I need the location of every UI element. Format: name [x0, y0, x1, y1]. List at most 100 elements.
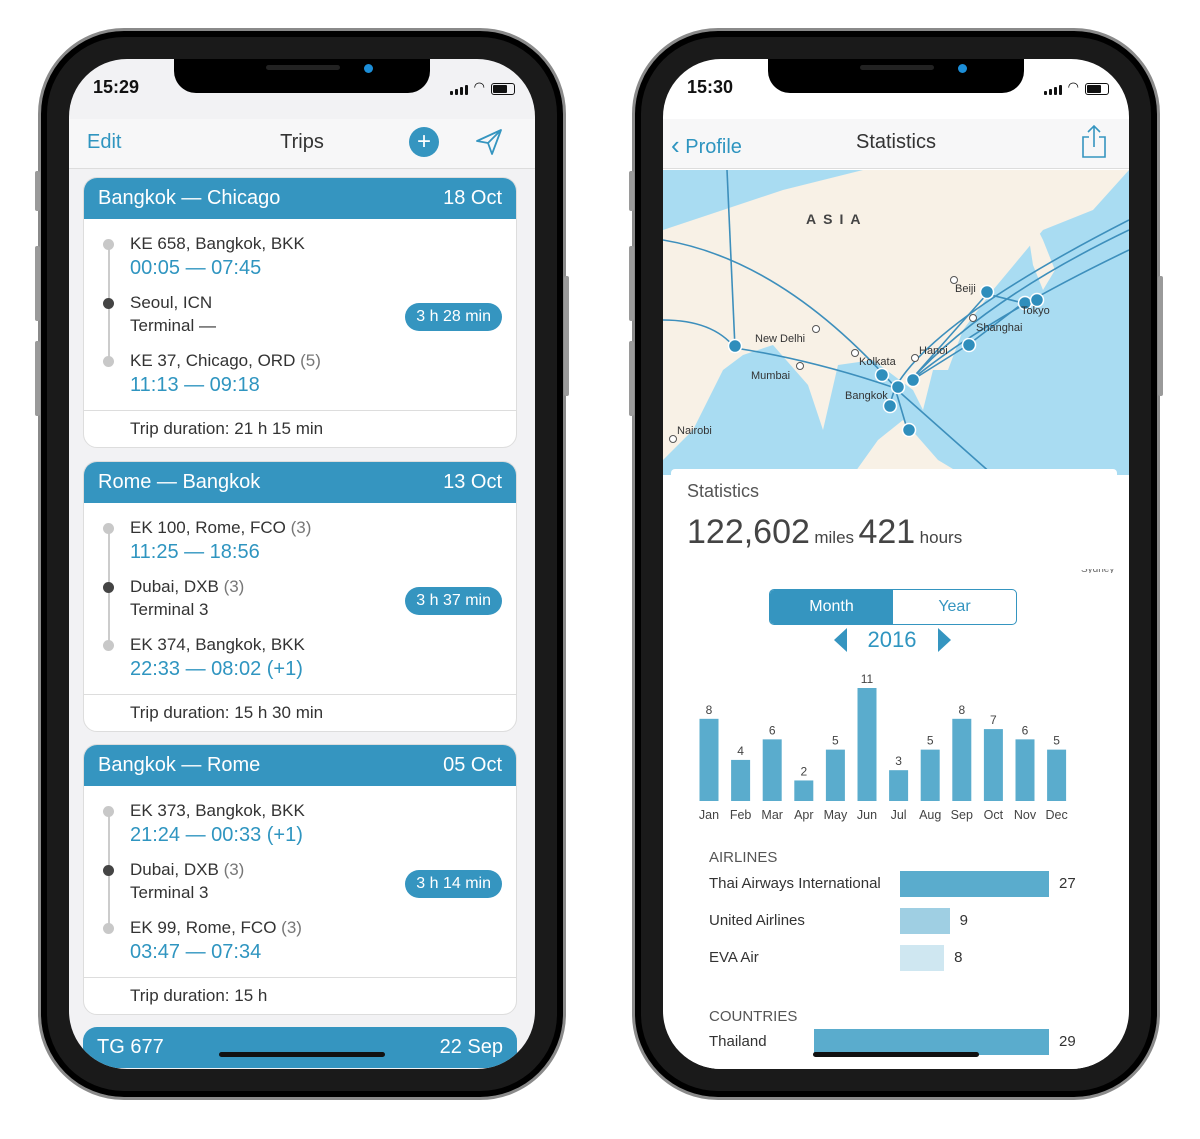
airline-name: United Airlines	[709, 912, 805, 929]
bar-value-label: 11	[861, 672, 874, 686]
trip-title: Bangkok — Chicago	[98, 187, 281, 209]
city-label: New Delhi	[755, 333, 806, 345]
stop-place: Dubai, DXB	[130, 577, 219, 596]
map-canvas	[663, 170, 1129, 475]
signal-icon	[449, 85, 468, 95]
airline-count: 9	[959, 912, 968, 929]
country-name: Thailand	[709, 1033, 767, 1050]
city-label: Bangkok	[845, 390, 888, 402]
leg-times: 11:25 — 18:56	[130, 541, 260, 563]
routes-map[interactable]: ASIA Beiji Tokyo Shanghai New Delhi Hano…	[663, 170, 1129, 475]
year-label: 2016	[867, 627, 917, 652]
trip-header: Rome — Bangkok 13 Oct	[84, 462, 516, 503]
battery-icon	[1085, 83, 1109, 95]
miles-value: 122,602	[687, 513, 810, 551]
segment-month[interactable]: Month	[770, 590, 893, 624]
share-icon[interactable]	[1081, 123, 1107, 159]
airline-bar	[900, 945, 945, 971]
month-tick-label: Jun	[857, 808, 877, 822]
bar-value-label: 8	[706, 703, 713, 717]
next-year-icon[interactable]	[937, 628, 951, 652]
region-label: ASIA	[806, 211, 868, 227]
leg-flight: EK 373, Bangkok, BKK	[130, 801, 305, 820]
trip-date: 18 Oct	[443, 187, 502, 209]
stats-detail: Month Year 2016 8 Jan 4 Feb 6 Mar 2 Apr 5 May 11 Ju…	[671, 573, 1113, 1069]
status-icons: ◠	[1043, 79, 1109, 95]
prev-year-icon[interactable]	[834, 628, 848, 652]
period-segmented-control[interactable]: Month Year	[769, 589, 1017, 625]
leg-flight: EK 374, Bangkok, BKK	[130, 635, 305, 654]
trip-header: TG 677 22 Sep	[83, 1027, 517, 1068]
hours-value: 421	[858, 513, 916, 551]
navbar: ‹ Profile Statistics	[663, 119, 1129, 169]
segment-year[interactable]: Year	[893, 590, 1016, 624]
leg-terminal: (3)	[281, 918, 302, 937]
trip-card[interactable]: Bangkok — Rome 05 Oct EK 373, Bangkok, BK…	[83, 744, 517, 1015]
airline-name: Thai Airways International	[709, 875, 881, 892]
leg-flight: EK 100, Rome, FCO	[130, 518, 286, 537]
paper-plane-icon[interactable]	[474, 127, 504, 157]
leg-flight: KE 658, Bangkok, BKK	[130, 234, 305, 253]
city-label: Kolkata	[859, 356, 896, 368]
statistics-summary: Statistics 122,602 miles 421 hours	[671, 469, 1117, 569]
wifi-icon: ◠	[473, 79, 485, 94]
month-tick-label: Sep	[951, 808, 973, 822]
bar-aug	[920, 749, 940, 801]
month-tick-label: Nov	[1014, 808, 1037, 822]
month-tick-label: Feb	[730, 808, 752, 822]
layover-badge: 3 h 37 min	[405, 587, 502, 615]
plus-circle-icon: +	[416, 128, 431, 155]
airline-bar	[900, 908, 950, 934]
month-tick-label: Jul	[891, 808, 907, 822]
monthly-flights-chart: 8 Jan 4 Feb 6 Mar 2 Apr 5 May 11 Jun 3 Jul 5 Aug 8 Sep 7 Oc…	[699, 672, 1068, 822]
month-tick-label: Mar	[761, 808, 783, 822]
airline-bar	[900, 871, 1049, 897]
trip-duration: Trip duration: 15 h	[84, 977, 516, 1014]
trip-header: Bangkok — Rome 05 Oct	[84, 745, 516, 786]
stop-place: Seoul, ICN	[130, 293, 213, 312]
trips-screen: 15:29 ◠ Edit Trips + Bangkok — Chicago 18…	[69, 59, 535, 1069]
page-title: Statistics	[855, 131, 937, 153]
trip-card[interactable]: Bangkok — Chicago 18 Oct KE 658, Bangkok,…	[83, 177, 517, 448]
month-tick-label: Oct	[984, 808, 1004, 822]
bar-value-label: 7	[990, 713, 997, 727]
bar-dec	[1047, 749, 1067, 801]
bar-value-label: 3	[895, 754, 902, 768]
signal-icon	[1043, 85, 1062, 95]
trip-title: Bangkok — Rome	[98, 754, 261, 776]
stop-place-terminal: (3)	[223, 860, 245, 879]
bar-oct	[983, 729, 1003, 801]
add-trip-button[interactable]: +	[409, 127, 439, 157]
trip-title: TG 677	[97, 1036, 164, 1058]
month-tick-label: Aug	[919, 808, 941, 822]
trip-date: 05 Oct	[443, 754, 502, 776]
leg-flight: EK 99, Rome, FCO	[130, 918, 277, 937]
stop-terminal: Terminal —	[130, 316, 216, 335]
bar-value-label: 8	[958, 703, 965, 717]
city-label: Mumbai	[751, 370, 791, 382]
leg-times: 11:13 — 09:18	[130, 374, 260, 396]
trip-card[interactable]: TG 677 22 Sep	[83, 1027, 517, 1068]
leg-times: 00:05 — 07:45	[130, 257, 262, 279]
bar-nov	[1015, 739, 1035, 801]
trip-duration: Trip duration: 15 h 30 min	[84, 694, 516, 731]
month-tick-label: Apr	[794, 808, 813, 822]
hours-unit: hours	[919, 528, 963, 547]
bar-jul	[889, 770, 909, 801]
trip-header: Bangkok — Chicago 18 Oct	[84, 178, 516, 219]
countries-header: COUNTRIES	[709, 1008, 798, 1025]
home-indicator[interactable]	[219, 1052, 385, 1057]
stop-terminal: Terminal 3	[130, 883, 209, 902]
navbar: Edit Trips +	[69, 119, 535, 169]
bar-apr	[794, 780, 814, 801]
trip-card[interactable]: Rome — Bangkok 13 Oct EK 100, Rome, FCO (…	[83, 461, 517, 732]
home-indicator[interactable]	[813, 1052, 979, 1057]
bar-jan	[699, 718, 719, 801]
bar-value-label: 5	[832, 734, 839, 748]
bar-mar	[762, 739, 782, 801]
left-phone: 15:29 ◠ Edit Trips + Bangkok — Chicago 18…	[35, 28, 569, 1100]
month-tick-label: May	[824, 808, 848, 822]
miles-unit: miles	[814, 528, 855, 547]
trip-date: 13 Oct	[443, 471, 502, 493]
layover-badge: 3 h 28 min	[405, 303, 502, 331]
